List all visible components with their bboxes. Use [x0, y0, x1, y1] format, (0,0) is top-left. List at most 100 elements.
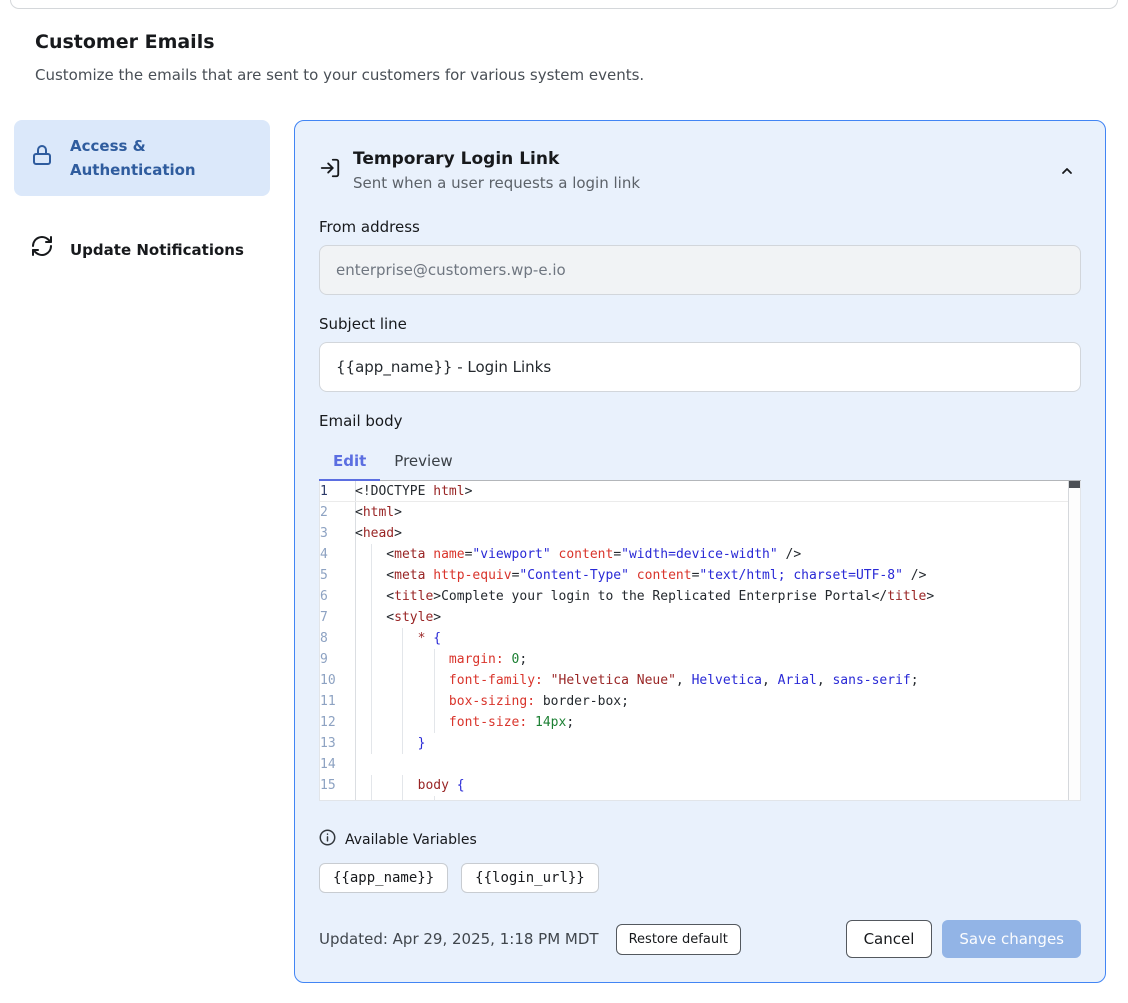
- code-text: * {: [355, 628, 441, 649]
- updated-timestamp: Updated: Apr 29, 2025, 1:18 PM MDT: [319, 930, 599, 948]
- code-line: 14: [320, 754, 1080, 775]
- tab-edit[interactable]: Edit: [319, 442, 380, 480]
- subject-line-input[interactable]: [319, 342, 1081, 392]
- indent-guide: [371, 607, 372, 628]
- email-body-label: Email body: [319, 412, 1081, 430]
- variable-chips: {{app_name}} {{login_url}}: [319, 863, 1081, 893]
- chevron-up-icon: [1059, 167, 1075, 182]
- indent-guide: [402, 628, 403, 649]
- restore-default-button[interactable]: Restore default: [616, 924, 741, 955]
- code-text: margin: 0;: [355, 649, 527, 670]
- code-line: 6 <title>Complete your login to the Repl…: [320, 586, 1080, 607]
- indent-guide: [402, 670, 403, 691]
- code-text: font-size: 14px;: [355, 712, 574, 733]
- indent-guide: [371, 712, 372, 733]
- code-line: 1 <!DOCTYPE html>: [320, 481, 1080, 502]
- indent-guide: [371, 544, 372, 565]
- lock-icon: [30, 143, 54, 174]
- scrollbar-thumb[interactable]: [1069, 481, 1080, 488]
- indent-guide: [371, 670, 372, 691]
- code-line: 16 background-color: #f8f8f8;: [320, 796, 1080, 801]
- code-line: 9 margin: 0;: [320, 649, 1080, 670]
- code-text: <!DOCTYPE html>: [355, 481, 472, 501]
- code-text: font-family: "Helvetica Neue", Helvetica…: [355, 670, 919, 691]
- indent-guide: [371, 733, 372, 754]
- refresh-icon: [30, 234, 54, 265]
- indent-guide: [371, 691, 372, 712]
- line-number: 13: [320, 733, 339, 754]
- code-line: 7 <style>: [320, 607, 1080, 628]
- editor-scrollbar[interactable]: [1068, 481, 1080, 800]
- indent-guide: [371, 628, 372, 649]
- from-address-field-group: From address: [319, 218, 1081, 295]
- indent-guide: [402, 691, 403, 712]
- indent-guide: [371, 565, 372, 586]
- sidebar: Access & Authentication Update Notificat…: [14, 120, 270, 279]
- indent-guide: [371, 775, 372, 796]
- line-number: 7: [320, 607, 339, 628]
- panel-footer: Updated: Apr 29, 2025, 1:18 PM MDT Resto…: [319, 920, 1081, 958]
- code-text: }: [355, 733, 425, 754]
- indent-guide: [371, 586, 372, 607]
- line-number: 1: [320, 481, 339, 501]
- line-number: 16: [320, 796, 339, 801]
- tab-preview[interactable]: Preview: [380, 442, 466, 480]
- code-text: box-sizing: border-box;: [355, 691, 629, 712]
- code-line: 13 }: [320, 733, 1080, 754]
- available-variables-label: Available Variables: [345, 832, 477, 848]
- code-line: 12 font-size: 14px;: [320, 712, 1080, 733]
- code-text: <head>: [355, 523, 402, 544]
- sidebar-item-update-notifications[interactable]: Update Notifications: [14, 220, 270, 279]
- code-editor[interactable]: 1 <!DOCTYPE html> 2 <html>3<head>4 <meta na…: [319, 481, 1081, 801]
- code-text: <meta http-equiv="Content-Type" content=…: [355, 565, 926, 586]
- indent-guide: [402, 649, 403, 670]
- from-address-input[interactable]: [319, 245, 1081, 295]
- indent-guide: [402, 712, 403, 733]
- sidebar-item-label: Update Notifications: [70, 238, 244, 262]
- page-title: Customer Emails: [35, 31, 1093, 53]
- line-number: 10: [320, 670, 339, 691]
- sidebar-item-label: Access & Authentication: [70, 134, 254, 182]
- from-address-label: From address: [319, 218, 1081, 236]
- code-text: <meta name="viewport" content="width=dev…: [355, 544, 801, 565]
- variable-chip-login-url[interactable]: {{login_url}}: [461, 863, 599, 893]
- indent-guide: [402, 796, 403, 801]
- previous-card-bottom-edge: [10, 0, 1118, 9]
- line-number: 9: [320, 649, 339, 670]
- indent-guide: [402, 775, 403, 796]
- indent-guide: [434, 649, 435, 670]
- page-subtitle: Customize the emails that are sent to yo…: [35, 66, 1093, 84]
- subject-line-label: Subject line: [319, 315, 1081, 333]
- indent-guide: [434, 796, 435, 801]
- line-number: 2: [320, 502, 339, 523]
- line-number: 14: [320, 754, 339, 775]
- code-line: 15 body {: [320, 775, 1080, 796]
- code-text: <title>Complete your login to the Replic…: [355, 586, 934, 607]
- content-area: Access & Authentication Update Notificat…: [14, 120, 1106, 983]
- save-changes-button[interactable]: Save changes: [942, 920, 1081, 958]
- template-subtitle: Sent when a user requests a login link: [353, 174, 640, 192]
- page-header: Customer Emails Customize the emails tha…: [35, 31, 1093, 84]
- available-variables-section: Available Variables {{app_name}} {{login…: [319, 829, 1081, 893]
- line-number: 5: [320, 565, 339, 586]
- collapse-button[interactable]: [1055, 159, 1079, 186]
- code-line: 11 box-sizing: border-box;: [320, 691, 1080, 712]
- code-line: 5 <meta http-equiv="Content-Type" conten…: [320, 565, 1080, 586]
- cancel-button[interactable]: Cancel: [846, 920, 933, 958]
- email-template-panel: Temporary Login Link Sent when a user re…: [294, 120, 1106, 983]
- indent-guide: [434, 670, 435, 691]
- sidebar-item-access-authentication[interactable]: Access & Authentication: [14, 120, 270, 196]
- variable-chip-app-name[interactable]: {{app_name}}: [319, 863, 448, 893]
- line-number: 4: [320, 544, 339, 565]
- line-number: 15: [320, 775, 339, 796]
- code-text: <html>: [355, 502, 402, 523]
- email-body-section: Email body Edit Preview 1 <!DOCTYPE html>…: [319, 412, 1081, 801]
- line-number: 11: [320, 691, 339, 712]
- code-text: background-color: #f8f8f8;: [355, 796, 652, 801]
- template-title: Temporary Login Link: [353, 149, 640, 169]
- line-number: 6: [320, 586, 339, 607]
- code-line: 3<head>: [320, 523, 1080, 544]
- info-icon: [319, 829, 336, 850]
- indent-guide: [371, 796, 372, 801]
- code-line: 8 * {: [320, 628, 1080, 649]
